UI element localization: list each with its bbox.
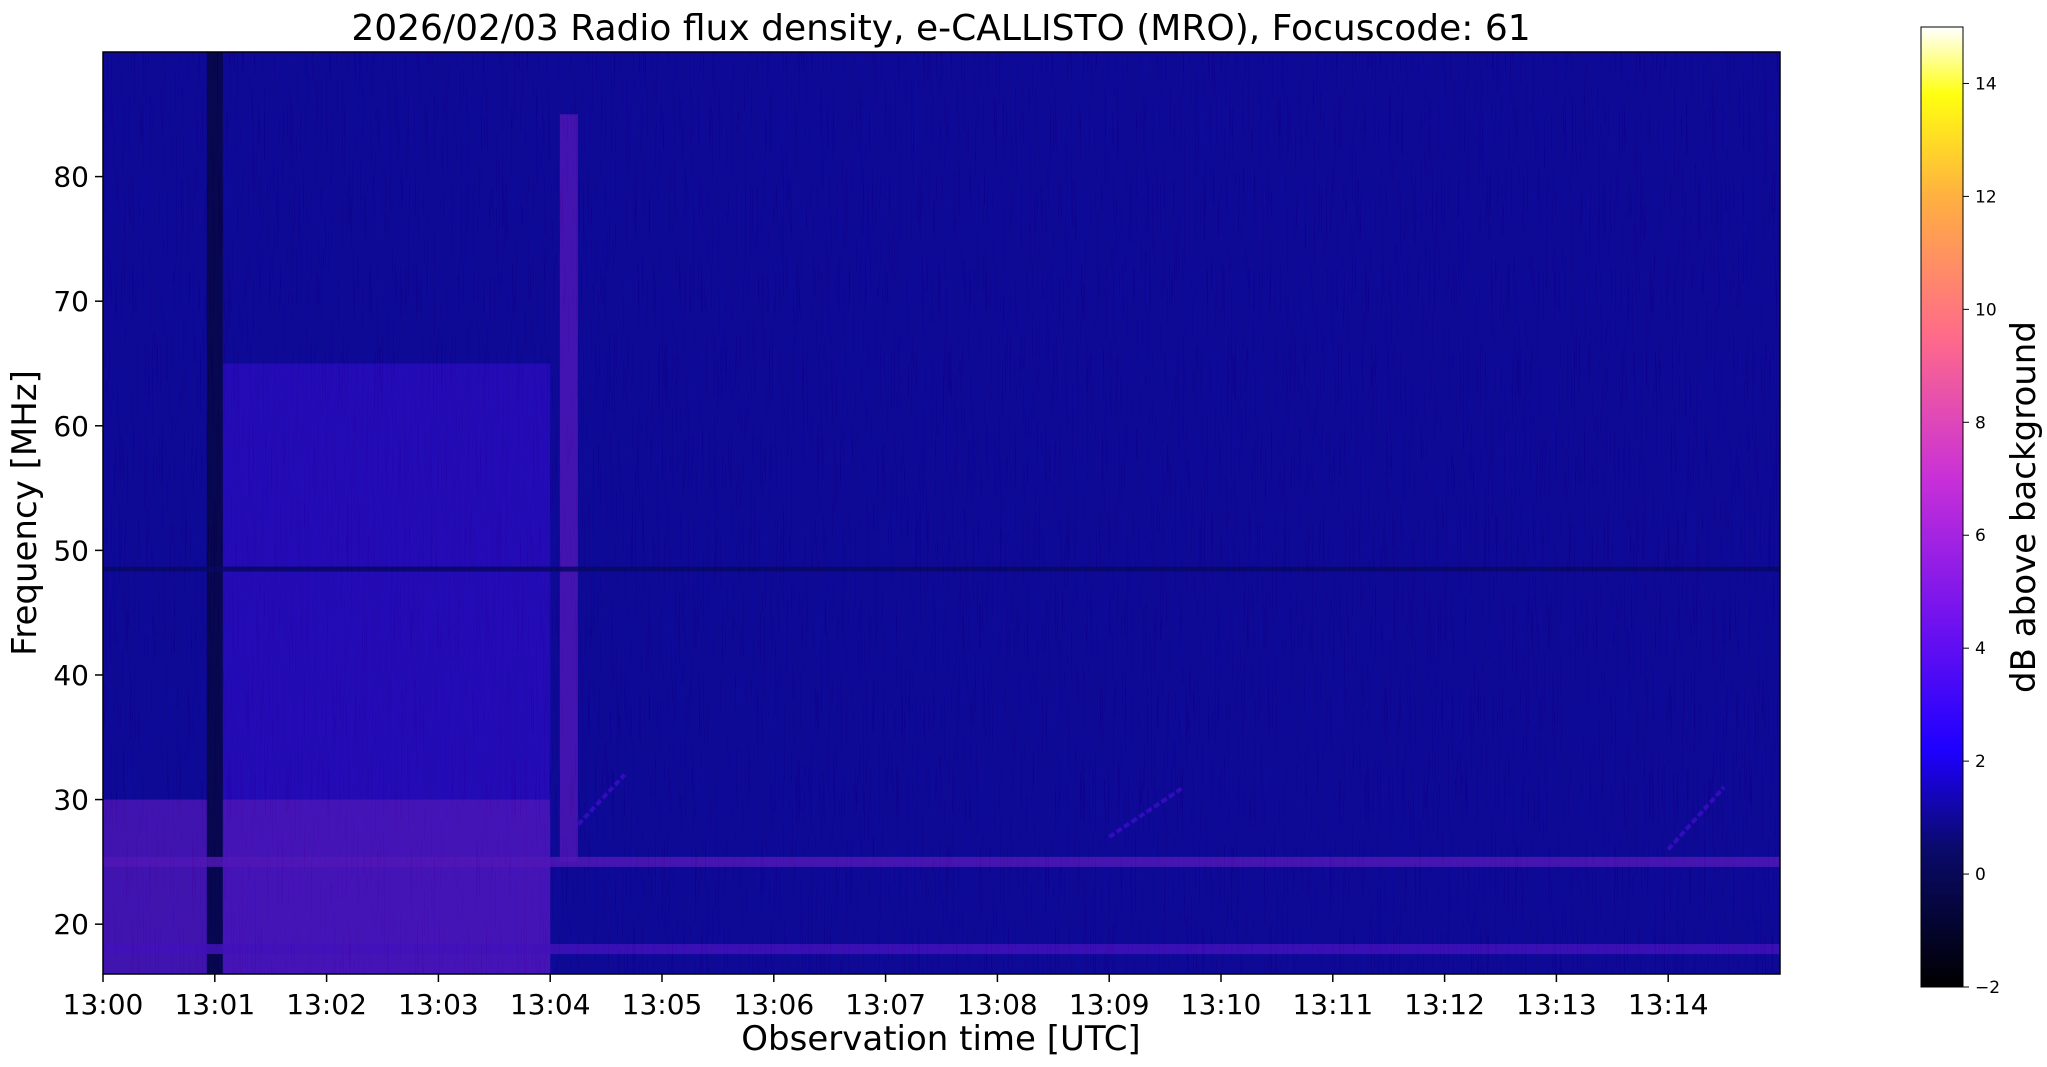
- chart-title: 2026/02/03 Radio flux density, e-CALLIST…: [351, 8, 1530, 49]
- y-tick-label: 80: [53, 161, 89, 194]
- colorbar-tick-label: 8: [1975, 413, 1986, 433]
- colorbar: −2 0 2 4 6 8 10 12 14 dB above background: [1920, 26, 2044, 998]
- colorbar-tick-label: −2: [1975, 978, 2000, 998]
- x-tick-label: 13:05: [622, 988, 703, 1021]
- colorbar-tick-label: 2: [1975, 752, 1986, 772]
- heatmap-texture: [103, 52, 1780, 974]
- x-tick-label: 13:02: [286, 988, 367, 1021]
- x-tick-label: 13:13: [1516, 988, 1597, 1021]
- y-tick-label: 30: [53, 784, 89, 817]
- x-axis: 13:00 13:01 13:02 13:03 13:04 13:05 13:06 13:07…: [63, 974, 1709, 1021]
- x-tick-label: 13:11: [1292, 988, 1373, 1021]
- y-tick-label: 20: [53, 908, 89, 941]
- colorbar-tick-label: 4: [1975, 639, 1986, 659]
- x-tick-label: 13:01: [174, 988, 255, 1021]
- x-tick-label: 13:09: [1069, 988, 1150, 1021]
- x-tick-label: 13:14: [1628, 988, 1709, 1021]
- x-tick-label: 13:10: [1181, 988, 1262, 1021]
- x-tick-label: 13:00: [63, 988, 144, 1021]
- y-axis: 20 30 40 50 60 70 80: [53, 161, 103, 941]
- y-axis-label: Frequency [MHz]: [5, 370, 45, 656]
- x-tick-label: 13:06: [733, 988, 814, 1021]
- colorbar-gradient: [1920, 26, 1964, 988]
- colorbar-tick-label: 6: [1975, 526, 1986, 546]
- y-tick-label: 70: [53, 285, 89, 318]
- colorbar-ticks: −2 0 2 4 6 8 10 12 14: [1963, 74, 2000, 998]
- plot-area: [103, 52, 1780, 974]
- figure: 2026/02/03 Radio flux density, e-CALLIST…: [5, 8, 2044, 1059]
- colorbar-tick-label: 14: [1975, 74, 1997, 94]
- colorbar-tick-label: 0: [1975, 865, 1986, 885]
- colorbar-tick-label: 10: [1975, 300, 1997, 320]
- y-tick-label: 50: [53, 534, 89, 567]
- colorbar-label: dB above background: [2004, 321, 2044, 693]
- y-tick-label: 60: [53, 410, 89, 443]
- x-axis-label: Observation time [UTC]: [741, 1019, 1140, 1059]
- colorbar-tick-label: 12: [1975, 187, 1997, 207]
- x-tick-label: 13:12: [1404, 988, 1485, 1021]
- x-tick-label: 13:08: [957, 988, 1038, 1021]
- x-tick-label: 13:07: [845, 988, 926, 1021]
- y-tick-label: 40: [53, 659, 89, 692]
- x-tick-label: 13:03: [398, 988, 479, 1021]
- x-tick-label: 13:04: [510, 988, 591, 1021]
